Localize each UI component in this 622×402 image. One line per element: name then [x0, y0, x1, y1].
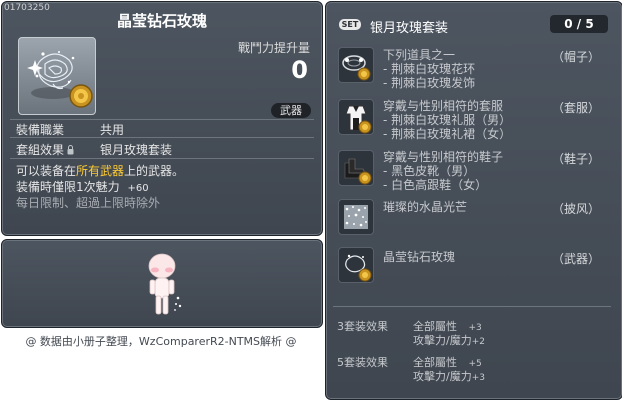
- power-increase-label: 戰鬥力提升量: [237, 41, 310, 55]
- stat-name: 攻擊力/魔力: [413, 334, 472, 347]
- set-effect-stat: 攻擊力/魔力+3: [413, 368, 485, 384]
- set-name: 银月玫瑰套装: [370, 21, 449, 36]
- equip-limit-row: 装備時僅限1次魅力 +60: [16, 178, 149, 195]
- piece-line: - 荆棘白玫瑰发饰: [383, 76, 476, 90]
- piece-line: 穿戴与性别相符的套服: [383, 99, 504, 113]
- set-piece-type: （套服）: [551, 101, 600, 115]
- stat-value: +2: [471, 337, 485, 347]
- set-piece-type: （披风）: [551, 202, 600, 216]
- piece-line: - 荆棘白玫瑰礼服（男）: [383, 113, 512, 127]
- set-piece-icon-frame[interactable]: [338, 150, 374, 186]
- power-increase-value: 0: [291, 56, 308, 84]
- piece-line: 晶莹钻石玫瑰: [383, 250, 456, 264]
- set-piece-icon-frame[interactable]: [338, 247, 374, 283]
- stat-value: +3: [471, 373, 485, 383]
- equip-description: 可以装备在所有武器上的武器。: [16, 162, 184, 179]
- desc-highlight: 所有武器: [76, 164, 125, 178]
- rose-wreath-icon: [342, 55, 371, 81]
- set-piece-icon-frame[interactable]: [338, 47, 374, 83]
- job-label: 裝備職業: [16, 123, 65, 137]
- set-piece-text: 晶莹钻石玫瑰: [383, 250, 455, 264]
- piece-line: 下列道具之一: [383, 48, 456, 62]
- set-piece-text: 璀璨的水晶光芒: [383, 200, 467, 214]
- data-source-footer: @ 数据由小册子整理，WzComparerR2-NTMS解析 @: [25, 335, 297, 348]
- set-piece-text: 下列道具之一 - 荆棘白玫瑰花环 - 荆棘白玫瑰发饰: [383, 48, 475, 90]
- piece-line: 穿戴与性别相符的鞋子: [383, 150, 504, 164]
- set-piece-type: （帽子）: [551, 50, 600, 64]
- set-badge: SET: [339, 19, 361, 30]
- piece-line: - 荆棘白玫瑰礼裙（女）: [383, 127, 512, 141]
- lock-icon: [67, 144, 74, 158]
- set-piece-icon-frame[interactable]: [338, 199, 374, 235]
- item-image-frame: [18, 37, 96, 115]
- set-piece-type: （鞋子）: [551, 152, 600, 166]
- piece-line: - 黑色皮靴（男）: [383, 164, 476, 178]
- set-effect-label: 3套装效果: [337, 320, 388, 333]
- avatar-preview-panel: [1, 239, 323, 328]
- set-effect-label: 5套装效果: [337, 356, 388, 369]
- limit-value: +60: [127, 183, 149, 194]
- set-piece-text: 穿戴与性别相符的鞋子 - 黑色皮靴（男） - 白色高跟鞋（女）: [383, 150, 503, 192]
- diamond-rose-icon: [27, 51, 93, 108]
- desc-prefix: 可以装备在: [16, 164, 77, 178]
- piece-line: - 白色高跟鞋（女）: [383, 178, 488, 192]
- daily-limit-note: 每日限制、超過上限時除外: [16, 196, 161, 210]
- piece-line: 璀璨的水晶光芒: [383, 200, 468, 214]
- item-type-badge: 武器: [271, 103, 311, 118]
- set-piece-type: （武器）: [551, 252, 600, 266]
- set-effect-label-row: 套組效果: [16, 141, 74, 158]
- divider: [333, 306, 611, 307]
- job-value: 共用: [100, 123, 125, 137]
- divider: [10, 158, 314, 159]
- shoes-icon: [344, 158, 372, 185]
- limit-text: 装備時僅限1次魅力: [16, 180, 120, 194]
- crystal-cape-icon: [344, 205, 368, 229]
- set-name-link[interactable]: 银月玫瑰套装: [100, 141, 172, 158]
- desc-suffix: 上的武器。: [124, 164, 185, 178]
- item-tooltip-panel: 01703250 晶莹钻石玫瑰 戰鬥力提升量 0 武器 裝備職業 共用 套組效果…: [1, 1, 323, 236]
- item-title: 晶莹钻石玫瑰: [116, 12, 207, 30]
- set-count: 0 / 5: [550, 15, 608, 33]
- suit-icon: [345, 105, 372, 134]
- set-effect-stat: 攻擊力/魔力+2: [413, 332, 485, 348]
- stat-name: 攻擊力/魔力: [413, 370, 472, 383]
- divider: [10, 137, 314, 138]
- character-avatar: [148, 253, 182, 315]
- piece-line: - 荆棘白玫瑰花环: [383, 62, 476, 76]
- set-piece-text: 穿戴与性别相符的套服 - 荆棘白玫瑰礼服（男） - 荆棘白玫瑰礼裙（女）: [383, 99, 511, 141]
- set-piece-icon-frame[interactable]: [338, 99, 374, 135]
- divider: [10, 119, 314, 120]
- set-effect-label: 套組效果: [16, 143, 65, 157]
- diamond-rose-icon: [345, 254, 372, 282]
